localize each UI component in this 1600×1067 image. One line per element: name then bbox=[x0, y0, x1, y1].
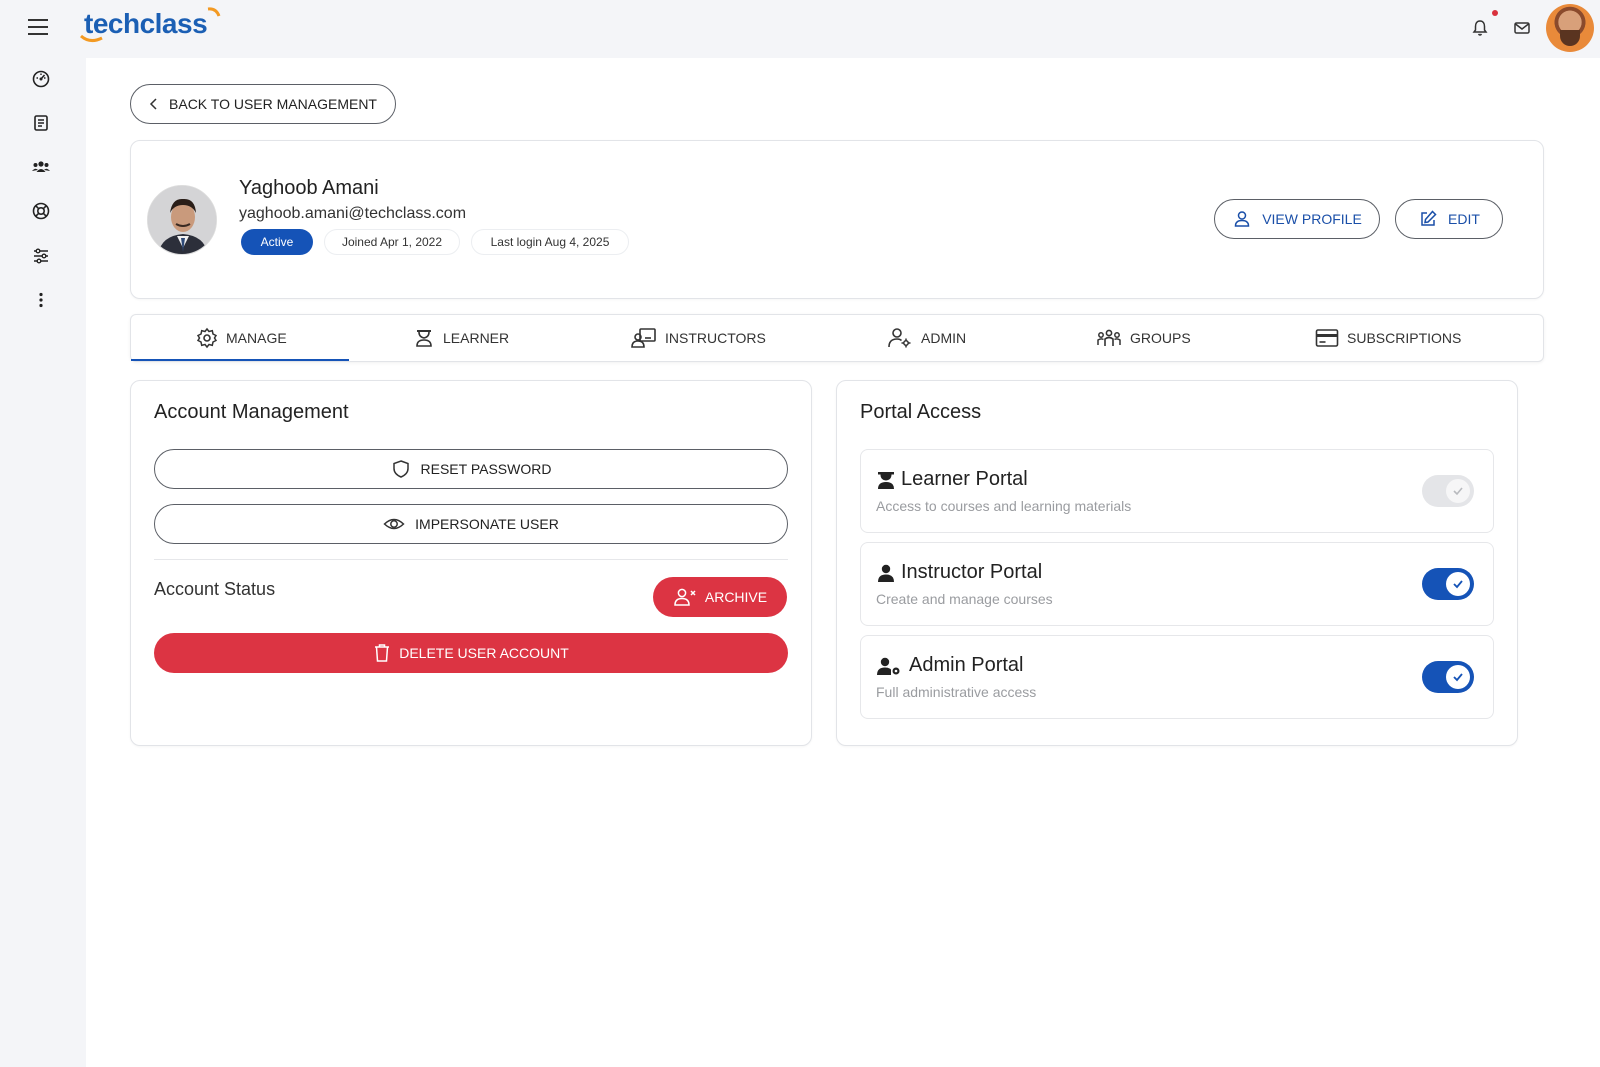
impersonate-user-label: IMPERSONATE USER bbox=[415, 516, 559, 532]
archive-label: ARCHIVE bbox=[704, 589, 768, 605]
account-status-label: Account Status bbox=[154, 579, 276, 599]
more-vertical-icon[interactable] bbox=[31, 290, 51, 310]
tab-manage-label: MANAGE bbox=[226, 330, 287, 346]
edit-label: EDIT bbox=[1448, 211, 1480, 227]
toggle-knob bbox=[1446, 572, 1470, 596]
admin-icon bbox=[888, 328, 911, 348]
tab-instructors[interactable]: INSTRUCTORS bbox=[631, 315, 766, 361]
learner-portal-title: Learner Portal bbox=[901, 468, 1028, 490]
logo[interactable]: techclass bbox=[80, 7, 221, 43]
learner-portal-toggle[interactable] bbox=[1422, 475, 1474, 507]
check-icon bbox=[1453, 487, 1463, 496]
status-badge: Active bbox=[241, 229, 313, 255]
account-management-title: Account Management bbox=[154, 401, 349, 423]
tab-instructors-label: INSTRUCTORS bbox=[665, 330, 766, 346]
instructor-icon bbox=[631, 328, 656, 348]
trash-icon bbox=[375, 644, 390, 662]
profile-email: yaghoob.amani@techclass.com bbox=[239, 205, 467, 222]
logo-accent-icon bbox=[207, 7, 221, 17]
archive-button[interactable]: ARCHIVE bbox=[653, 577, 787, 617]
view-profile-label: VIEW PROFILE bbox=[1262, 211, 1362, 227]
tab-subscriptions[interactable]: SUBSCRIPTIONS bbox=[1315, 315, 1461, 361]
learner-icon bbox=[416, 330, 432, 347]
credit-card-icon bbox=[1315, 329, 1339, 347]
tab-groups[interactable]: GROUPS bbox=[1096, 315, 1191, 361]
user-remove-icon bbox=[674, 588, 696, 606]
back-button-label: BACK TO USER MANAGEMENT bbox=[169, 96, 377, 112]
profile-name: Yaghoob Amani bbox=[239, 177, 379, 199]
check-icon bbox=[1453, 673, 1463, 682]
top-bar: techclass bbox=[0, 0, 1600, 58]
tab-learner[interactable]: LEARNER bbox=[413, 315, 509, 361]
settings-sliders-icon[interactable] bbox=[31, 246, 51, 266]
impersonate-user-button[interactable]: IMPERSONATE USER bbox=[154, 504, 788, 544]
reset-password-label: RESET PASSWORD bbox=[420, 461, 552, 477]
chevron-left-icon bbox=[149, 98, 157, 110]
user-avatar[interactable] bbox=[1546, 4, 1594, 52]
delete-user-account-button[interactable]: DELETE USER ACCOUNT bbox=[154, 633, 788, 673]
tab-learner-label: LEARNER bbox=[443, 330, 510, 346]
user-icon bbox=[1234, 211, 1250, 227]
edit-button[interactable]: EDIT bbox=[1395, 199, 1503, 239]
portal-access-title: Portal Access bbox=[860, 401, 982, 423]
support-icon[interactable] bbox=[31, 201, 51, 221]
toggle-knob bbox=[1446, 479, 1470, 503]
learner-portal-item: Learner Portal Access to courses and lea… bbox=[860, 449, 1494, 533]
sidebar bbox=[0, 58, 84, 1067]
view-profile-button[interactable]: VIEW PROFILE bbox=[1214, 199, 1380, 239]
logo-swoosh-icon bbox=[80, 34, 103, 43]
tab-admin[interactable]: ADMIN bbox=[887, 315, 966, 361]
tab-subscriptions-label: SUBSCRIPTIONS bbox=[1347, 330, 1462, 346]
edit-icon bbox=[1421, 210, 1437, 226]
instructor-portal-item: Instructor Portal Create and manage cour… bbox=[860, 542, 1494, 626]
eye-icon bbox=[383, 518, 405, 530]
gear-icon bbox=[196, 327, 218, 349]
courses-icon[interactable] bbox=[31, 113, 51, 133]
account-management-card: Account Management RESET PASSWORD IMPERS… bbox=[130, 380, 812, 746]
instructor-portal-title: Instructor Portal bbox=[901, 561, 1043, 583]
bell-icon[interactable] bbox=[1470, 18, 1490, 38]
tab-groups-label: GROUPS bbox=[1130, 330, 1191, 346]
check-icon bbox=[1453, 580, 1463, 589]
last-login-chip: Last login Aug 4, 2025 bbox=[471, 229, 629, 255]
admin-portal-toggle[interactable] bbox=[1422, 661, 1474, 693]
admin-portal-item: Admin Portal Full administrative access bbox=[860, 635, 1494, 719]
user-profile-card: Yaghoob Amani yaghoob.amani@techclass.co… bbox=[130, 140, 1544, 299]
notification-dot bbox=[1492, 10, 1498, 16]
admin-portal-description: Full administrative access bbox=[876, 684, 1037, 700]
delete-user-account-label: DELETE USER ACCOUNT bbox=[399, 645, 569, 661]
tab-admin-label: ADMIN bbox=[921, 330, 967, 346]
groups-icon bbox=[1097, 329, 1121, 346]
mail-icon[interactable] bbox=[1512, 18, 1532, 38]
portal-access-card: Portal Access Learner Portal Access to c… bbox=[836, 380, 1518, 746]
instructor-portal-description: Create and manage courses bbox=[876, 591, 1053, 607]
toggle-knob bbox=[1446, 665, 1470, 689]
user-tabs: MANAGE LEARNER INSTRUCTORS ADMIN GROUPS … bbox=[130, 314, 1544, 362]
learner-portal-icon bbox=[878, 472, 894, 489]
users-icon[interactable] bbox=[31, 157, 51, 177]
main-content: BACK TO USER MANAGEMENT Yaghoob Amani ya… bbox=[86, 58, 1600, 1067]
instructor-portal-toggle[interactable] bbox=[1422, 568, 1474, 600]
section-divider bbox=[154, 559, 788, 560]
dashboard-icon[interactable] bbox=[31, 69, 51, 89]
profile-photo bbox=[147, 185, 217, 255]
reset-password-button[interactable]: RESET PASSWORD bbox=[154, 449, 788, 489]
instructor-portal-icon bbox=[878, 564, 894, 582]
admin-portal-title: Admin Portal bbox=[909, 654, 1024, 676]
learner-portal-description: Access to courses and learning materials bbox=[876, 498, 1132, 514]
back-to-user-management-button[interactable]: BACK TO USER MANAGEMENT bbox=[130, 84, 396, 124]
joined-date-chip: Joined Apr 1, 2022 bbox=[324, 229, 460, 255]
shield-icon bbox=[392, 460, 409, 478]
tab-manage[interactable]: MANAGE bbox=[196, 315, 287, 361]
hamburger-menu-icon[interactable] bbox=[26, 16, 52, 38]
admin-portal-icon bbox=[877, 657, 900, 675]
